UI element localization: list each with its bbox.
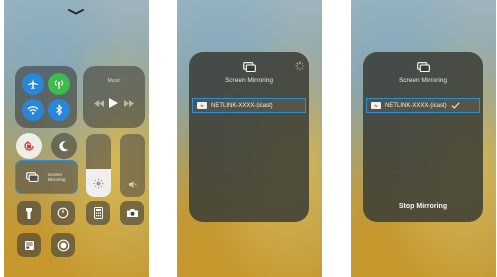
airplane-icon [28,79,38,89]
screen-mirroring-icon [26,172,39,182]
control-center-screen: Music Screen Mirroring [4,0,149,277]
music-player-tile[interactable]: Music [83,66,145,128]
cellular-data-toggle[interactable] [48,73,70,95]
speaker-muted-icon [129,181,137,188]
calculator-button[interactable] [86,201,110,225]
bluetooth-toggle[interactable] [48,99,70,121]
screen-mirroring-searching-screen: Screen Mirroring tv NETLINK-XXXX-(icast) [177,0,322,277]
orientation-lock-button[interactable] [16,133,42,159]
do-not-disturb-button[interactable] [51,133,77,159]
flashlight-icon [26,207,32,219]
rewind-icon[interactable] [93,99,104,107]
panel-title: Screen Mirroring [224,77,274,84]
calculator-icon [93,207,103,219]
screen-mirroring-label: Screen Mirroring [47,171,66,183]
screen-mirroring-button[interactable]: Screen Mirroring [15,160,78,194]
rotation-lock-icon [24,141,34,151]
play-icon[interactable] [109,98,119,108]
screen-mirroring-icon [417,62,430,72]
connectivity-group [15,66,77,128]
flashlight-button[interactable] [17,201,41,225]
fast-forward-icon[interactable] [124,99,135,107]
antenna-icon [54,80,64,89]
wallet-button[interactable] [17,233,41,257]
screen-mirroring-connected-screen: Screen Mirroring tv NETLINK-XXXX-(icast)… [351,0,496,277]
airplane-mode-toggle[interactable] [22,73,44,95]
music-controls [83,98,145,108]
wifi-icon [27,106,39,115]
record-icon [57,239,69,251]
device-list-item[interactable]: tv NETLINK-XXXX-(icast) [192,98,306,113]
brightness-slider[interactable] [86,134,111,197]
grabber-chevron-icon[interactable] [68,9,84,15]
screen-mirroring-panel: Screen Mirroring tv NETLINK-XXXX-(icast) [189,52,309,222]
device-name: NETLINK-XXXX-(icast) [211,102,273,109]
camera-icon [126,209,138,217]
device-list-item-selected[interactable]: tv NETLINK-XXXX-(icast) [366,98,480,113]
camera-button[interactable] [120,201,144,225]
moon-icon [59,141,69,152]
sun-icon [93,178,104,189]
apple-tv-icon: tv [371,102,381,109]
checkmark-icon [451,102,460,109]
screen-mirroring-icon [243,62,256,72]
music-label: Music [107,78,121,84]
timer-icon [57,207,69,219]
stop-mirroring-button[interactable]: Stop Mirroring [363,203,483,210]
bluetooth-icon [56,104,63,116]
timer-button[interactable] [51,201,75,225]
loading-spinner-icon [295,61,305,71]
wifi-toggle[interactable] [22,99,44,121]
apple-tv-icon: tv [197,102,207,109]
device-name: NETLINK-XXXX-(icast) [385,102,447,109]
volume-slider[interactable] [120,134,145,197]
screen-recording-button[interactable] [51,233,75,257]
screen-mirroring-panel: Screen Mirroring tv NETLINK-XXXX-(icast)… [363,52,483,222]
panel-title: Screen Mirroring [398,77,448,84]
wallet-icon [24,240,34,250]
